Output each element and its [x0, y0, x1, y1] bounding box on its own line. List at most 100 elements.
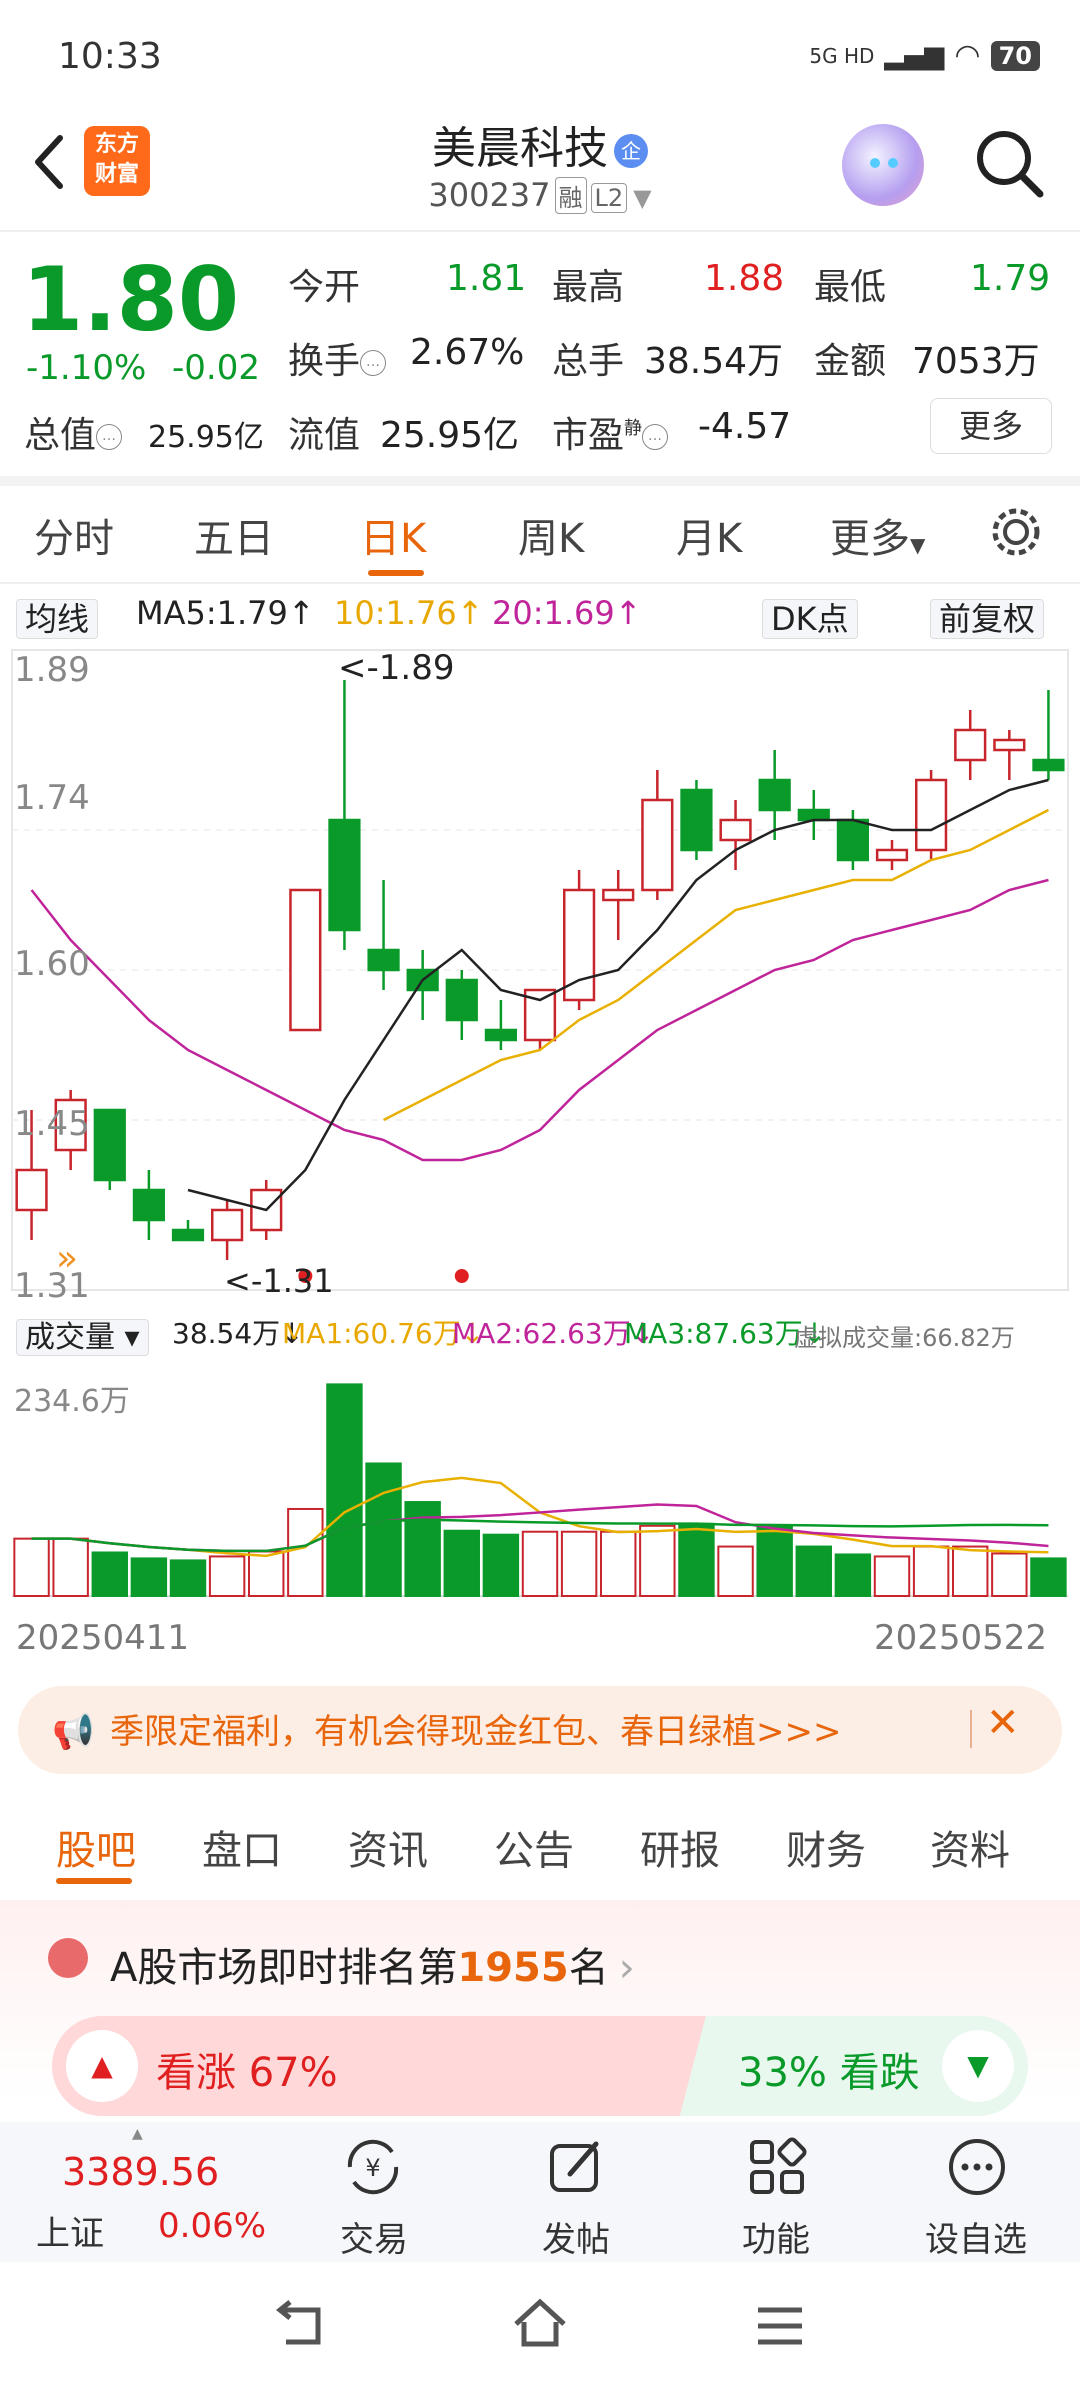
- exchange-icon[interactable]: ¥: [340, 2134, 406, 2200]
- candle-body: [836, 818, 870, 862]
- change-pct: -1.10%: [26, 348, 147, 388]
- pe-value: -4.57: [698, 406, 792, 447]
- kline-chart[interactable]: [0, 640, 1080, 1310]
- candle-body: [797, 808, 830, 822]
- index-pct[interactable]: 0.06%: [158, 2206, 266, 2246]
- volume-bar: [639, 1524, 676, 1597]
- tab-profile[interactable]: 资料: [930, 1818, 1010, 1876]
- caret-down-icon: ▼: [910, 533, 926, 557]
- tab-intraday[interactable]: 分时: [34, 506, 114, 564]
- ma10-label: 10:1.76↑: [334, 594, 484, 632]
- gear-icon[interactable]: [988, 504, 1044, 560]
- search-icon[interactable]: [970, 124, 1050, 204]
- candle-body: [993, 738, 1026, 752]
- volume-chart[interactable]: [0, 1364, 1080, 1604]
- chevron-down-icon[interactable]: ▼: [633, 184, 651, 212]
- tab-weekly-k[interactable]: 周K: [518, 506, 584, 564]
- edit-icon[interactable]: [544, 2134, 610, 2200]
- volume-bar: [521, 1530, 559, 1598]
- high-value: 1.88: [704, 258, 785, 299]
- candle-body: [758, 778, 791, 812]
- rank-text[interactable]: A股市场即时排名第1955名 ›: [110, 1935, 635, 1993]
- ma-selector-label: 均线: [16, 599, 99, 639]
- candle-body: [954, 728, 987, 762]
- nav-trade[interactable]: 交易: [314, 2212, 434, 2261]
- nav-add-watchlist[interactable]: 设自选: [916, 2212, 1036, 2261]
- vote-up-button[interactable]: ▲: [66, 2030, 138, 2102]
- index-value[interactable]: 3389.56: [62, 2150, 219, 2194]
- vol-ma3-text: MA3:87.63万: [624, 1317, 803, 1350]
- volume-selector-label: 成交量 ▾: [16, 1319, 149, 1356]
- y-tick: 1.60: [14, 944, 90, 984]
- tab-financials[interactable]: 财务: [786, 1818, 866, 1876]
- promo-text[interactable]: 季限定福利，有机会得现金红包、春日绿植>>>: [110, 1704, 841, 1753]
- more-button[interactable]: 更多: [930, 398, 1052, 454]
- robot-avatar-icon[interactable]: [842, 124, 924, 206]
- volume-bar: [13, 1537, 50, 1597]
- candle-body: [132, 1188, 166, 1222]
- volume-bar: [443, 1529, 480, 1597]
- vol-ma1-text: MA1:60.76万: [282, 1317, 461, 1350]
- expand-arrows-icon[interactable]: »: [56, 1238, 78, 1279]
- volume-selector[interactable]: 成交量 ▾: [16, 1312, 149, 1356]
- home-nav-icon[interactable]: [508, 2292, 572, 2356]
- ma-selector[interactable]: 均线: [16, 594, 99, 640]
- dk-button[interactable]: DK点: [762, 594, 858, 640]
- info-icon[interactable]: …: [96, 424, 123, 450]
- candle-body: [562, 888, 596, 1002]
- volume-bar: [208, 1555, 246, 1598]
- volume-bar: [912, 1545, 950, 1598]
- grid-icon[interactable]: [744, 2134, 810, 2200]
- volume-bar: [169, 1559, 207, 1597]
- tab-news[interactable]: 资讯: [348, 1818, 428, 1876]
- info-icon[interactable]: …: [360, 350, 387, 376]
- y-tick: 1.74: [14, 778, 90, 818]
- index-name[interactable]: 上证: [36, 2206, 104, 2255]
- volume-bar: [717, 1545, 754, 1598]
- tab-guba[interactable]: 股吧: [56, 1818, 136, 1876]
- ma10-line: [382, 808, 1050, 1122]
- vote-down-button[interactable]: ▼: [942, 2030, 1014, 2102]
- amount-value: 7053万: [912, 341, 1040, 382]
- y-tick: 1.45: [14, 1104, 90, 1144]
- tab-five-day[interactable]: 五日: [194, 506, 274, 564]
- candle-body: [445, 978, 478, 1022]
- info-icon[interactable]: …: [642, 424, 669, 450]
- promo-divider: [970, 1710, 972, 1748]
- candle-body: [328, 818, 361, 932]
- ma20-label: 20:1.69↑: [492, 594, 642, 632]
- tab-daily-k[interactable]: 日K: [360, 506, 426, 564]
- pe-label: 市盈静…: [552, 406, 669, 458]
- nav-post[interactable]: 发帖: [516, 2212, 636, 2261]
- tab-monthly-k[interactable]: 月K: [676, 506, 742, 564]
- close-icon[interactable]: ✕: [986, 1700, 1020, 1746]
- candle-body: [602, 888, 635, 902]
- bearish-label: 33% 看跌: [738, 2050, 920, 2096]
- chart-bar-icon: [48, 1938, 88, 1978]
- adjust-button[interactable]: 前复权: [930, 594, 1045, 640]
- back-nav-icon[interactable]: [270, 2296, 330, 2356]
- float-label: 流值: [288, 415, 361, 456]
- tabs-divider: [0, 582, 1080, 584]
- l2-tag[interactable]: L2: [590, 183, 628, 213]
- candle-body: [914, 778, 948, 852]
- signal-dot: [454, 1269, 469, 1283]
- open-value: 1.81: [446, 258, 527, 299]
- megaphone-icon: 📢: [52, 1712, 95, 1752]
- header-divider: [0, 230, 1080, 232]
- tab-more-label: 更多: [830, 516, 910, 562]
- rank-suffix: 名: [568, 1945, 609, 1991]
- candle-body: [171, 1228, 205, 1242]
- tab-pankou[interactable]: 盘口: [202, 1818, 282, 1876]
- tab-research[interactable]: 研报: [640, 1818, 720, 1876]
- menu-nav-icon[interactable]: [750, 2296, 810, 2356]
- candle-body: [719, 818, 752, 842]
- pe-label-text: 市盈: [552, 415, 625, 456]
- nav-functions[interactable]: 功能: [716, 2212, 836, 2261]
- y-tick: 1.89: [14, 650, 90, 690]
- tab-announcements[interactable]: 公告: [494, 1818, 574, 1876]
- tab-more[interactable]: 更多▼: [830, 506, 925, 564]
- more-dots-icon[interactable]: [944, 2134, 1010, 2200]
- turnover-label-text: 换手: [288, 341, 361, 382]
- volume-bar: [873, 1555, 911, 1598]
